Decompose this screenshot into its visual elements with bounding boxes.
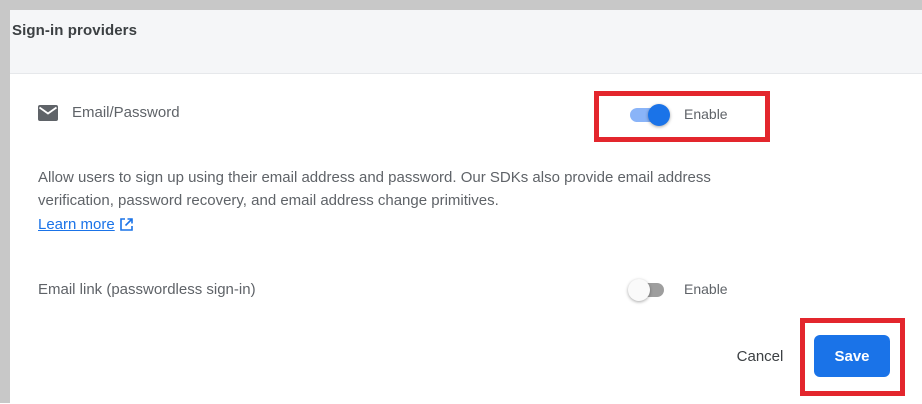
learn-more-link[interactable]: Learn more (38, 216, 134, 233)
email-password-description: Allow users to sign up using their email… (38, 169, 711, 209)
panel-title: Sign-in providers (12, 22, 138, 39)
email-link-enable-toggle[interactable] (628, 278, 668, 301)
save-highlight-box (800, 318, 905, 396)
email-link-enable-label: Enable (684, 281, 728, 297)
cancel-button[interactable]: Cancel (725, 340, 795, 372)
learn-more-text: Learn more (38, 216, 115, 233)
external-link-icon (119, 217, 134, 232)
toggle-highlight-box (594, 91, 770, 142)
mail-icon (38, 104, 58, 121)
email-link-label: Email link (passwordless sign-in) (38, 281, 256, 298)
email-password-row: Email/Password (38, 104, 180, 121)
email-password-label: Email/Password (72, 104, 180, 121)
toggle-knob (628, 279, 650, 301)
